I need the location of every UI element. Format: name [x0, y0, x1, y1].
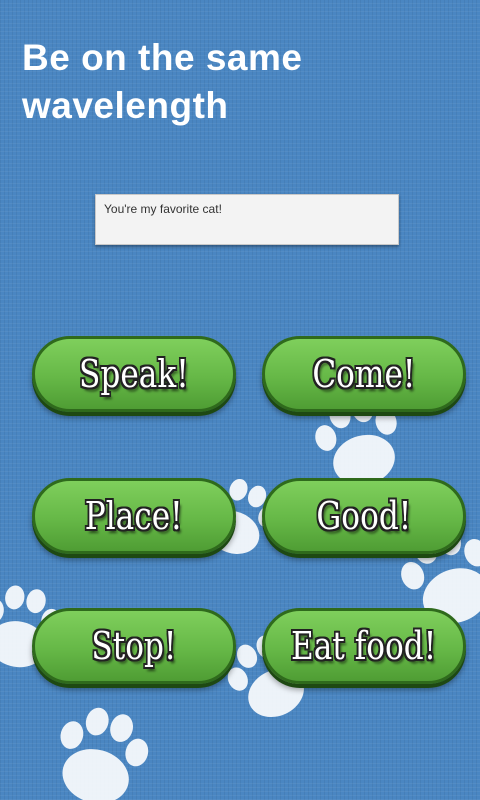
place-button[interactable]: Place! — [32, 478, 236, 554]
paw-print-icon — [45, 699, 157, 800]
stop-button-label: Stop! — [91, 624, 177, 668]
come-button[interactable]: Come! — [262, 336, 466, 412]
eat-food-button-label: Eat food! — [291, 624, 437, 668]
message-field[interactable]: You're my favorite cat! — [95, 194, 399, 245]
message-text: You're my favorite cat! — [104, 202, 222, 216]
speak-button[interactable]: Speak! — [32, 336, 236, 412]
come-button-label: Come! — [312, 352, 416, 396]
place-button-label: Place! — [85, 494, 183, 538]
speak-button-label: Speak! — [79, 352, 189, 396]
good-button[interactable]: Good! — [262, 478, 466, 554]
good-button-label: Good! — [316, 494, 412, 538]
page-title: Be on the same wavelength — [22, 37, 303, 126]
stop-button[interactable]: Stop! — [32, 608, 236, 684]
eat-food-button[interactable]: Eat food! — [262, 608, 466, 684]
